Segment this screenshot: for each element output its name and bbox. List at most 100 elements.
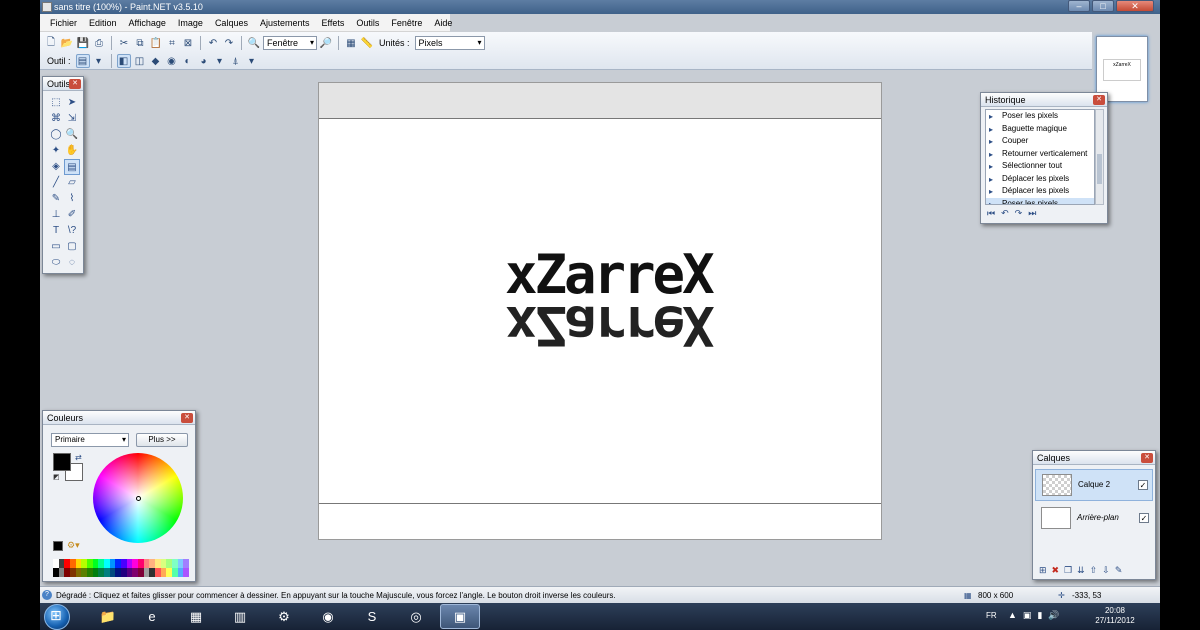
paintbrush-tool-icon[interactable]: ╱ [48, 175, 64, 191]
redo-icon[interactable]: ↷ [222, 36, 236, 50]
color-picker-tool-icon[interactable]: ⌇ [64, 191, 80, 207]
zoom-in-icon[interactable]: 🔎 [319, 36, 333, 50]
recolor-tool-icon[interactable]: ✐ [64, 207, 80, 223]
undo-icon[interactable]: ↶ [206, 36, 220, 50]
reflected-gradient-icon[interactable]: ◫ [133, 54, 147, 68]
paint-bucket-tool-icon[interactable]: ◈ [48, 159, 64, 175]
primary-color-swatch[interactable] [53, 453, 71, 471]
reset-colors-icon[interactable]: ◩ [53, 473, 60, 481]
history-redo-icon[interactable]: ↷ [1015, 208, 1023, 219]
cut-icon[interactable]: ✂ [117, 36, 131, 50]
taskbar-minecraft-icon[interactable]: ▦ [176, 604, 216, 629]
ellipse-select-tool-icon[interactable]: ◯ [48, 127, 64, 143]
taskbar-chrome-icon[interactable]: ◎ [396, 604, 436, 629]
radial-gradient-icon[interactable]: ◉ [165, 54, 179, 68]
print-icon[interactable]: ⎙ [92, 36, 106, 50]
copy-icon[interactable]: ⧉ [133, 36, 147, 50]
blend-mode-icon[interactable]: ⍋ [229, 54, 243, 68]
color-mode-dropdown[interactable]: Primaire [51, 433, 129, 447]
line-curve-tool-icon[interactable]: \? [64, 223, 80, 239]
text-tool-icon[interactable]: T [48, 223, 64, 239]
linear-gradient-icon[interactable]: ◧ [116, 54, 131, 68]
start-button[interactable] [44, 604, 70, 630]
duplicate-layer-icon[interactable]: ❐ [1064, 565, 1072, 576]
pan-tool-icon[interactable]: ✋ [64, 143, 80, 159]
rounded-rectangle-tool-icon[interactable]: ▢ [64, 239, 80, 255]
paste-icon[interactable]: 📋 [149, 36, 163, 50]
color-wheel-cursor[interactable] [136, 496, 141, 501]
canvas-image[interactable]: xZarreX xZarreX [319, 119, 881, 504]
deselect-icon[interactable]: ⊠ [181, 36, 195, 50]
taskbar-explorer-icon[interactable]: 📁 [88, 604, 128, 629]
history-undo-icon[interactable]: ↶ [1001, 208, 1009, 219]
menu-affichage[interactable]: Affichage [123, 18, 172, 28]
rectangle-select-tool-icon[interactable]: ⬚ [48, 95, 64, 111]
layer-row-calque-2[interactable]: Calque 2 ✓ [1035, 469, 1153, 501]
layers-panel-close-icon[interactable]: ✕ [1141, 453, 1153, 463]
taskbar-winrar-icon[interactable]: ▥ [220, 604, 260, 629]
tool-dropdown-arrow-icon[interactable]: ▾ [92, 54, 106, 68]
menu-ajustements[interactable]: Ajustements [254, 18, 316, 28]
clone-stamp-tool-icon[interactable]: ⊥ [48, 207, 64, 223]
taskbar-internet-explorer-icon[interactable]: e [132, 604, 172, 629]
layers-panel-title[interactable]: Calques ✕ [1033, 451, 1155, 465]
history-item[interactable]: ▸ Sélectionner tout [986, 160, 1094, 173]
layer-row-arriere-plan[interactable]: Arrière-plan ✓ [1035, 503, 1153, 535]
move-layer-down-icon[interactable]: ⇩ [1102, 565, 1110, 576]
ruler-icon[interactable]: 📏 [360, 36, 374, 50]
zoom-out-icon[interactable]: 🔍 [247, 36, 261, 50]
merge-layer-icon[interactable]: ⇊ [1077, 565, 1085, 576]
palette-primary-indicator[interactable] [53, 541, 63, 551]
tray-app-icon[interactable]: ▣ [1023, 610, 1032, 621]
conical-gradient-icon[interactable]: ◐ [181, 54, 195, 68]
more-colors-button[interactable]: Plus >> [136, 433, 188, 447]
ellipse-tool-icon[interactable]: ⬭ [48, 255, 64, 271]
history-panel-close-icon[interactable]: ✕ [1093, 95, 1105, 105]
current-tool-gradient-icon[interactable]: ▤ [75, 54, 90, 68]
menu-fichier[interactable]: Fichier [44, 18, 83, 28]
taskbar-skype-icon[interactable]: S [352, 604, 392, 629]
tools-panel-title[interactable]: Outils ✕ [43, 77, 83, 91]
rectangle-tool-icon[interactable]: ▭ [48, 239, 64, 255]
history-item[interactable]: ▸ Poser les pixels [986, 197, 1094, 204]
history-item[interactable]: ▸ Poser les pixels [986, 110, 1094, 123]
layer-visibility-checkbox[interactable]: ✓ [1139, 513, 1149, 523]
maximize-button[interactable]: □ [1092, 0, 1114, 12]
freeform-shape-tool-icon[interactable]: ◌ [64, 255, 80, 271]
zoom-dropdown[interactable]: Fenêtre [263, 36, 317, 50]
history-item[interactable]: ▸ Baguette magique [986, 123, 1094, 136]
palette-swatch[interactable] [183, 559, 189, 568]
volume-icon[interactable]: 🔊 [1048, 610, 1059, 621]
history-item[interactable]: ▸ Couper [986, 135, 1094, 148]
zoom-tool-icon[interactable]: 🔍 [64, 127, 80, 143]
move-layer-up-icon[interactable]: ⇧ [1090, 565, 1098, 576]
menu-fenetre[interactable]: Fenêtre [385, 18, 428, 28]
new-file-icon[interactable]: 🗋 [44, 36, 58, 50]
menu-aide[interactable]: Aide [428, 18, 458, 28]
menu-edition[interactable]: Edition [83, 18, 123, 28]
menu-image[interactable]: Image [172, 18, 209, 28]
history-first-icon[interactable]: ⏮ [987, 208, 995, 219]
history-item[interactable]: ▸ Déplacer les pixels [986, 173, 1094, 186]
move-selection-tool-icon[interactable]: ➤ [64, 95, 80, 111]
palette-swatch[interactable] [183, 568, 189, 577]
palette-options-icon[interactable]: ⚙▾ [67, 540, 80, 551]
taskbar-blender-icon[interactable]: ◉ [308, 604, 348, 629]
minimize-button[interactable]: – [1068, 0, 1090, 12]
diamond-gradient-icon[interactable]: ◆ [149, 54, 163, 68]
canvas-area[interactable]: xZarreX xZarreX [318, 82, 882, 540]
add-layer-icon[interactable]: ⊞ [1039, 565, 1047, 576]
network-icon[interactable]: ▮ [1037, 610, 1042, 621]
history-scrollbar[interactable] [1095, 109, 1104, 205]
color-mode-dropdown-icon[interactable]: ▾ [213, 54, 227, 68]
lasso-select-tool-icon[interactable]: ⌘ [48, 111, 64, 127]
layer-properties-icon[interactable]: ✎ [1115, 565, 1123, 576]
history-panel-title[interactable]: Historique ✕ [981, 93, 1107, 107]
eraser-tool-icon[interactable]: ▱ [64, 175, 80, 191]
taskbar-tool-app-icon[interactable]: ⚙ [264, 604, 304, 629]
taskbar-paint-net-icon[interactable]: ▣ [440, 604, 480, 629]
history-last-icon[interactable]: ⏭ [1028, 208, 1036, 219]
menu-outils[interactable]: Outils [350, 18, 385, 28]
swap-colors-icon[interactable]: ⇄ [75, 453, 82, 462]
crop-icon[interactable]: ⌗ [165, 36, 179, 50]
